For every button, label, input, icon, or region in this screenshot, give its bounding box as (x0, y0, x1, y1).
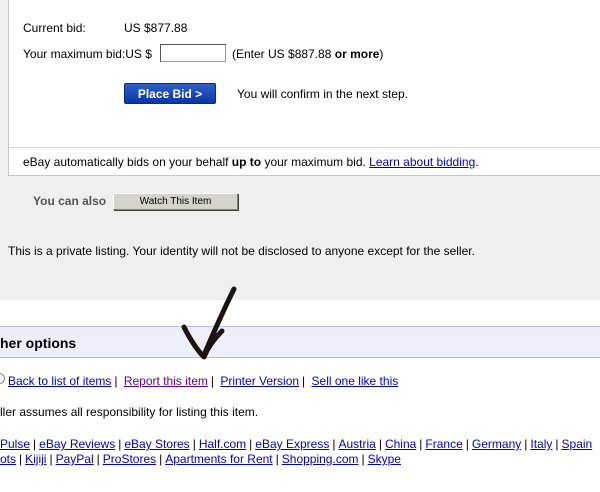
private-listing-note: This is a private listing. Your identity… (8, 244, 475, 258)
sell-one-like-this-link[interactable]: Sell one like this (312, 374, 399, 388)
seller-responsibility-note: ller assumes all responsibility for list… (0, 405, 259, 419)
back-icon[interactable] (0, 373, 5, 384)
back-to-list-link[interactable]: Back to list of items (8, 374, 111, 388)
footer-link[interactable]: PayPal (56, 452, 94, 466)
cut-off-footer (0, 485, 600, 492)
footer-link[interactable]: Kijiji (25, 452, 46, 466)
learn-about-bidding-link[interactable]: Learn about bidding (369, 155, 475, 169)
watch-item-button[interactable]: Watch This Item (113, 193, 238, 210)
footer-link[interactable]: Apartments for Rent (165, 452, 272, 466)
auto-bid-note: eBay automatically bids on your behalf u… (23, 155, 479, 169)
confirm-note: You will confirm in the next step. (237, 87, 408, 101)
max-bid-hint: (Enter US $887.88 or more) (232, 47, 384, 61)
options-links: Back to list of items | Report this item |… (8, 374, 399, 388)
you-can-also-label: You can also (33, 194, 107, 208)
footer-links-row-2: ots | Kijiji | PayPal | ProStores | Apartments f… (0, 452, 401, 466)
other-options-title: her options (0, 335, 77, 351)
current-bid-label: Current bid: (23, 21, 86, 35)
place-bid-button[interactable]: Place Bid > (124, 83, 216, 104)
current-bid-value: US $877.88 (124, 21, 188, 35)
footer-link[interactable]: Shopping.com (282, 452, 359, 466)
printer-version-link[interactable]: Printer Version (220, 374, 299, 388)
footer-link[interactable]: eBay Express (255, 437, 329, 451)
footer-links-row-1: Pulse | eBay Reviews | eBay Stores | Half.com |… (0, 437, 593, 451)
divider (8, 147, 600, 148)
bid-panel: Current bid: US $877.88 Your maximum bid… (0, 0, 600, 300)
footer-link[interactable]: Italy (530, 437, 552, 451)
footer-link[interactable]: ProStores (103, 452, 156, 466)
footer-link[interactable]: Austria (338, 437, 375, 451)
footer-link[interactable]: eBay Reviews (39, 437, 115, 451)
footer-link[interactable]: Germany (472, 437, 521, 451)
other-options-header: her options (0, 326, 600, 358)
footer-link[interactable]: Spain (562, 437, 593, 451)
footer-link[interactable]: Pulse (0, 437, 30, 451)
report-item-link[interactable]: Report this item (124, 374, 208, 388)
max-bid-input[interactable] (160, 44, 226, 62)
footer-link[interactable]: ots (0, 452, 16, 466)
footer-link[interactable]: eBay Stores (124, 437, 189, 451)
footer-link[interactable]: Skype (368, 452, 401, 466)
footer-link[interactable]: France (425, 437, 462, 451)
max-bid-label: Your maximum bid:US $ (23, 47, 152, 61)
footer-link[interactable]: Half.com (199, 437, 246, 451)
footer-link[interactable]: China (385, 437, 416, 451)
